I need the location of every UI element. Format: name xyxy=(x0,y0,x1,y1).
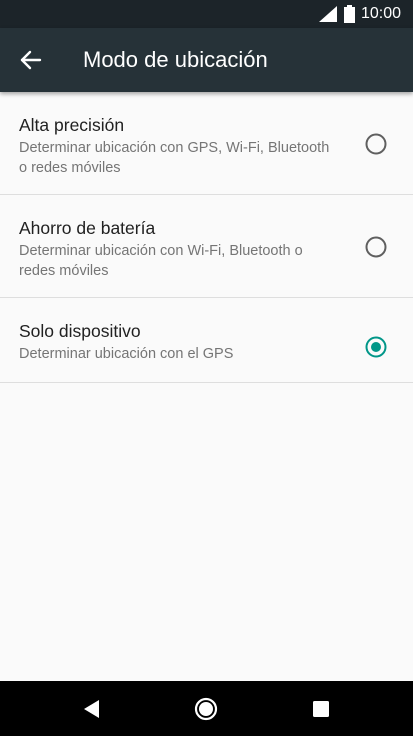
status-time: 10:00 xyxy=(361,5,402,22)
option-description: Determinar ubicación con Wi-Fi, Bluetoot… xyxy=(19,243,303,279)
option-label: Ahorro de batería xyxy=(19,218,156,238)
radio-unchecked-icon[interactable] xyxy=(364,132,388,156)
status-bar: 10:00 xyxy=(0,0,413,28)
location-mode-screen: 10:00 Modo de ubicación Alta precisión D… xyxy=(0,0,413,736)
option-label: Solo dispositivo xyxy=(19,321,141,341)
battery-icon xyxy=(344,5,355,23)
location-mode-list: Alta precisión Determinar ubicación con … xyxy=(0,92,413,383)
option-high-accuracy[interactable]: Alta precisión Determinar ubicación con … xyxy=(0,92,413,195)
radio-checked-icon[interactable] xyxy=(364,335,388,359)
option-battery-saving[interactable]: Ahorro de batería Determinar ubicación c… xyxy=(0,195,413,298)
option-device-only[interactable]: Solo dispositivo Determinar ubicación co… xyxy=(0,298,413,383)
option-label: Alta precisión xyxy=(19,115,125,135)
app-bar: Modo de ubicación xyxy=(0,28,413,92)
signal-icon xyxy=(319,6,337,22)
back-triangle-icon[interactable] xyxy=(78,695,106,723)
option-description: Determinar ubicación con GPS, Wi-Fi, Blu… xyxy=(19,140,330,176)
home-circle-icon[interactable] xyxy=(192,695,220,723)
navigation-bar xyxy=(0,681,413,736)
option-description: Determinar ubicación con el GPS xyxy=(19,346,234,362)
arrow-back-icon[interactable] xyxy=(18,48,44,72)
recents-square-icon[interactable] xyxy=(307,695,335,723)
page-title: Modo de ubicación xyxy=(83,47,268,72)
radio-unchecked-icon[interactable] xyxy=(364,235,388,259)
